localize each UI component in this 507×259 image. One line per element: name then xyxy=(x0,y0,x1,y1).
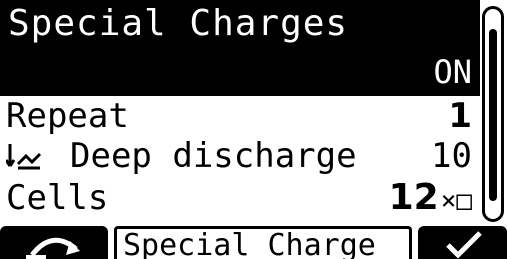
cells-unit: ×□ xyxy=(440,186,472,216)
menu-title: Special Charges xyxy=(8,3,349,44)
deep-discharge-icon xyxy=(6,144,42,170)
back-icon xyxy=(26,237,80,259)
charger-display: Special Charges ON Repeat 1 Deep dischar… xyxy=(0,0,507,259)
checkmark-icon xyxy=(446,231,482,259)
menu-item-value: 10 xyxy=(431,136,472,176)
menu-item-label: Cells xyxy=(6,178,109,218)
menu-item-deep-discharge[interactable]: Deep discharge 10 xyxy=(0,136,480,176)
menu-item-value: 1 xyxy=(448,96,472,136)
back-button[interactable] xyxy=(0,226,108,259)
softkey-bar: Special Charge xyxy=(0,222,507,259)
menu-item-repeat[interactable]: Repeat 1 xyxy=(0,96,480,136)
scroll-thumb[interactable] xyxy=(489,29,497,201)
mode-label: Special Charge xyxy=(114,226,412,259)
menu-state-value: ON xyxy=(433,53,472,91)
scrollbar[interactable] xyxy=(482,6,504,222)
menu-item-label: Deep discharge xyxy=(70,136,357,176)
menu-item-cells[interactable]: Cells 12 ×□ xyxy=(0,178,480,219)
menu-header-selected[interactable]: Special Charges ON xyxy=(0,0,480,96)
cells-count: 12 xyxy=(388,177,439,218)
menu-item-value: 12 ×□ xyxy=(389,178,472,218)
menu-item-label: Repeat xyxy=(6,96,129,136)
confirm-button[interactable] xyxy=(418,226,507,259)
